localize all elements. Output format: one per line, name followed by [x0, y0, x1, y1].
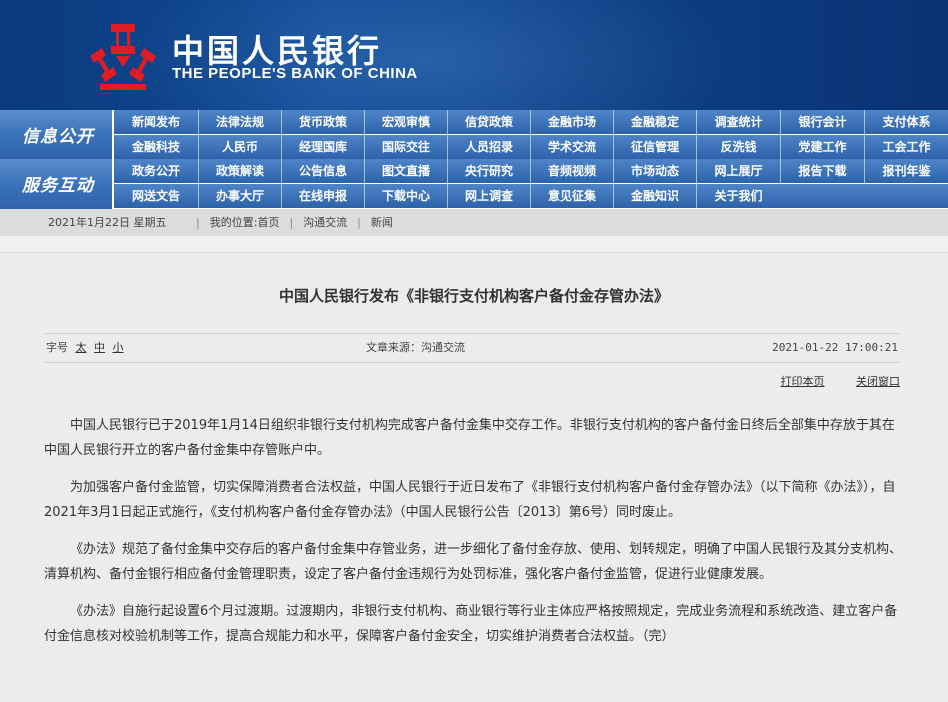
nav-item[interactable]: 市场动态 [613, 159, 696, 183]
nav-info-line-2: 金融科技 人民币 经理国库 国际交往 人员招录 学术交流 征信管理 反洗钱 党建… [114, 135, 948, 159]
nav-item[interactable]: 政策解读 [198, 159, 281, 183]
nav-item[interactable]: 经理国库 [281, 135, 364, 159]
breadcrumb-separator: | [289, 216, 294, 229]
nav-item[interactable]: 央行研究 [447, 159, 530, 183]
nav-item[interactable]: 报刊年鉴 [864, 159, 948, 183]
nav-item[interactable]: 下载中心 [364, 184, 447, 208]
breadcrumb: 2021年1月22日 星期五 | 我的位置:首页 | 沟通交流 | 新闻 [0, 209, 948, 236]
article-meta-bar: 字号 太 中 小 文章来源：沟通交流 2021-01-22 17:00:21 [44, 333, 900, 363]
nav-item[interactable]: 货币政策 [281, 110, 364, 134]
pboc-emblem-icon[interactable] [88, 22, 158, 92]
current-date: 2021年1月22日 星期五 [48, 216, 167, 229]
font-size-label: 字号 [46, 341, 68, 354]
nav-item[interactable]: 人员招录 [447, 135, 530, 159]
breadcrumb-home-link[interactable]: 首页 [257, 216, 279, 229]
font-size-medium-link[interactable]: 中 [94, 341, 105, 354]
logo-english-name[interactable]: THE PEOPLE'S BANK OF CHINA [172, 65, 418, 82]
nav-item[interactable]: 金融知识 [613, 184, 696, 208]
nav-item[interactable]: 征信管理 [613, 135, 696, 159]
breadcrumb-path: | 我的位置:首页 | 沟通交流 | 新闻 [186, 209, 393, 236]
nav-item[interactable]: 金融市场 [530, 110, 613, 134]
nav-interact-grid: 政务公开 政策解读 公告信息 图文直播 央行研究 音频视频 市场动态 网上展厅 … [114, 159, 948, 209]
nav-item[interactable]: 宏观审慎 [364, 110, 447, 134]
article-panel: 中国人民银行发布《非银行支付机构客户备付金存管办法》 字号 太 中 小 文章来源… [0, 252, 948, 702]
nav-item[interactable]: 党建工作 [780, 135, 864, 159]
nav-interact-section: 服务互动 政务公开 政策解读 公告信息 图文直播 央行研究 音频视频 市场动态 … [0, 159, 948, 209]
nav-item[interactable]: 学术交流 [530, 135, 613, 159]
nav-item[interactable]: 调查统计 [696, 110, 780, 134]
nav-info-heading-label: 信息公开 [22, 127, 94, 147]
nav-item[interactable]: 网上展厅 [696, 159, 780, 183]
site-header: 中国人民银行 THE PEOPLE'S BANK OF CHINA [0, 0, 948, 110]
nav-item[interactable]: 支付体系 [864, 110, 948, 134]
nav-item[interactable]: 信贷政策 [447, 110, 530, 134]
nav-interact-line-2: 网送文告 办事大厅 在线申报 下载中心 网上调查 意见征集 金融知识 关于我们 [114, 184, 948, 208]
article-title: 中国人民银行发布《非银行支付机构客户备付金存管办法》 [278, 287, 669, 305]
nav-item[interactable]: 在线申报 [281, 184, 364, 208]
breadcrumb-link-communication[interactable]: 沟通交流 [303, 216, 347, 229]
nav-info-section: 信息公开 新闻发布 法律法规 货币政策 宏观审慎 信贷政策 金融市场 金融稳定 … [0, 110, 948, 160]
article-body: 中国人民银行已于2019年1月14日组织非银行支付机构完成客户备付金集中交存工作… [44, 413, 902, 661]
article-paragraph: 为加强客户备付金监管，切实保障消费者合法权益，中国人民银行于近日发布了《非银行支… [44, 480, 896, 520]
nav-item[interactable]: 图文直播 [364, 159, 447, 183]
nav-info-heading: 信息公开 [0, 110, 112, 160]
article-source: 文章来源：沟通交流 [366, 341, 465, 354]
font-size-small-link[interactable]: 小 [113, 341, 124, 354]
nav-item[interactable]: 办事大厅 [198, 184, 281, 208]
nav-item[interactable]: 金融稳定 [613, 110, 696, 134]
nav-item[interactable]: 政务公开 [114, 159, 198, 183]
breadcrumb-link-news[interactable]: 新闻 [371, 216, 393, 229]
nav-info-line-1: 新闻发布 法律法规 货币政策 宏观审慎 信贷政策 金融市场 金融稳定 调查统计 … [114, 110, 948, 134]
font-size-large-link[interactable]: 太 [76, 341, 87, 354]
nav-item[interactable]: 反洗钱 [696, 135, 780, 159]
nav-interact-heading-label: 服务互动 [22, 176, 94, 196]
print-page-link[interactable]: 打印本页 [781, 375, 825, 388]
nav-item[interactable]: 法律法规 [198, 110, 281, 134]
breadcrumb-separator: | [196, 216, 200, 229]
nav-item[interactable]: 金融科技 [114, 135, 198, 159]
nav-info-grid: 新闻发布 法律法规 货币政策 宏观审慎 信贷政策 金融市场 金融稳定 调查统计 … [114, 110, 948, 160]
close-window-link[interactable]: 关闭窗口 [856, 375, 900, 388]
nav-item[interactable]: 网上调查 [447, 184, 530, 208]
nav-item[interactable]: 关于我们 [696, 184, 780, 208]
font-size-controls: 字号 太 中 小 [46, 334, 124, 362]
breadcrumb-location-label: 我的位置: [209, 216, 258, 229]
nav-item[interactable]: 银行会计 [780, 110, 864, 134]
nav-item[interactable]: 工会工作 [864, 135, 948, 159]
article-actions: 打印本页 关闭窗口 [753, 373, 901, 389]
nav-item[interactable]: 公告信息 [281, 159, 364, 183]
nav-item[interactable]: 网送文告 [114, 184, 198, 208]
article-timestamp: 2021-01-22 17:00:21 [772, 341, 898, 354]
breadcrumb-separator: | [357, 216, 361, 229]
nav-item[interactable]: 国际交往 [364, 135, 447, 159]
nav-item[interactable]: 报告下载 [780, 159, 864, 183]
article-paragraph: 《办法》自施行起设置6个月过渡期。过渡期内，非银行支付机构、商业银行等行业主体应… [44, 604, 898, 644]
article-paragraph: 中国人民银行已于2019年1月14日组织非银行支付机构完成客户备付金集中交存工作… [44, 418, 895, 458]
nav-item[interactable]: 新闻发布 [114, 110, 198, 134]
nav-interact-heading: 服务互动 [0, 159, 112, 209]
nav-item[interactable]: 意见征集 [530, 184, 613, 208]
nav-item[interactable]: 音频视频 [530, 159, 613, 183]
nav-item[interactable]: 人民币 [198, 135, 281, 159]
nav-interact-line-1: 政务公开 政策解读 公告信息 图文直播 央行研究 音频视频 市场动态 网上展厅 … [114, 159, 948, 183]
article-paragraph: 《办法》规范了备付金集中交存后的客户备付金集中存管业务，进一步细化了备付金存放、… [44, 542, 903, 582]
